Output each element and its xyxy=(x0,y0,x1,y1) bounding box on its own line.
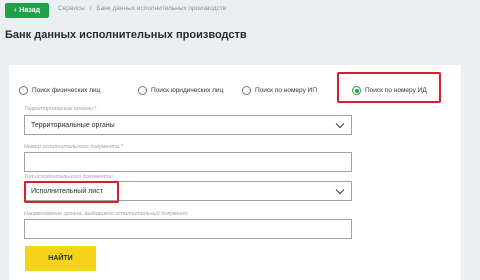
territorial-select[interactable]: Территориальные органы xyxy=(24,115,352,135)
doc-number-label: Номер исполнительного документа:* xyxy=(24,144,123,150)
radio-label: Поиск по номеру ИД xyxy=(365,87,427,94)
breadcrumb-separator: / xyxy=(89,5,92,12)
radio-button-icon xyxy=(242,86,251,95)
breadcrumb: Сервисы / Банк данных исполнительных про… xyxy=(58,5,226,12)
issuer-label: Наименование органа, выдавшего исполните… xyxy=(24,211,189,217)
breadcrumb-item-services[interactable]: Сервисы xyxy=(58,5,85,12)
radio-label: Поиск физических лиц xyxy=(32,87,101,94)
radio-label: Поиск по номеру ИП xyxy=(255,87,317,94)
radio-search-individuals[interactable]: Поиск физических лиц xyxy=(19,86,100,95)
issuer-input[interactable] xyxy=(24,219,352,239)
radio-button-icon xyxy=(138,86,147,95)
search-type-radio-group: Поиск физических лиц Поиск юридических л… xyxy=(9,65,461,105)
highlight-frame xyxy=(24,181,119,203)
breadcrumb-item-current: Банк данных исполнительных производств xyxy=(96,5,227,12)
search-form-card: Поиск физических лиц Поиск юридических л… xyxy=(9,65,461,280)
doc-type-label: Тип исполнительного документа: xyxy=(24,174,113,180)
topbar: ‹ Назад Сервисы / Банк данных исполнител… xyxy=(0,0,480,22)
radio-label: Поиск юридических лиц xyxy=(151,87,224,94)
doc-number-input[interactable] xyxy=(24,152,352,172)
chevron-left-icon: ‹ xyxy=(13,7,17,14)
radio-search-ip-number[interactable]: Поиск по номеру ИП xyxy=(242,86,317,95)
back-button[interactable]: ‹ Назад xyxy=(5,3,49,18)
search-button[interactable]: НАЙТИ xyxy=(25,246,96,271)
territorial-select-value: Территориальные органы xyxy=(31,121,115,129)
territorial-label: Территориальные органы:* xyxy=(24,106,97,112)
radio-search-legal-entities[interactable]: Поиск юридических лиц xyxy=(138,86,223,95)
chevron-down-icon xyxy=(335,123,345,129)
back-button-label: Назад xyxy=(19,7,41,14)
radio-button-icon xyxy=(19,86,28,95)
radio-button-selected-icon xyxy=(352,86,361,95)
radio-search-id-number[interactable]: Поиск по номеру ИД xyxy=(352,86,427,95)
chevron-down-icon xyxy=(335,189,345,195)
page-title: Банк данных исполнительных производств xyxy=(5,29,247,41)
